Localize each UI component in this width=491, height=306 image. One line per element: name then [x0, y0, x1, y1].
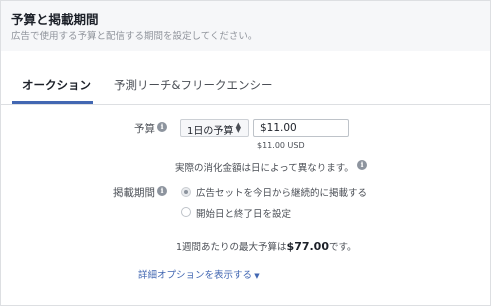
info-icon[interactable]: i: [157, 122, 167, 132]
radio-continuous-label[interactable]: 広告セットを今日から継続的に掲載する: [196, 185, 367, 199]
budget-type-value: 1日の予算: [187, 126, 234, 137]
weekly-prefix: 1週間あたりの最大予算は: [176, 242, 287, 253]
tab-reach-frequency[interactable]: 予測リーチ&フリークエンシー: [114, 77, 272, 93]
budget-label: 予算: [134, 123, 155, 135]
bidding-tabs: オークション 予測リーチ&フリークエンシー: [1, 67, 490, 105]
radio-start-end[interactable]: [181, 207, 191, 217]
spend-notice: 実際の消化金額は日によって異なります。: [175, 163, 354, 174]
weekly-suffix: です。: [329, 242, 357, 253]
caret-down-icon: ▼: [252, 272, 260, 280]
tab-auction[interactable]: オークション: [22, 77, 91, 93]
show-advanced-options-link[interactable]: 詳細オプションを表示する ▼: [138, 267, 260, 281]
info-icon[interactable]: i: [157, 186, 167, 196]
panel-header: 予算と掲載期間 広告で使用する予算と配信する期間を設定してください。: [1, 1, 490, 51]
schedule-label: 掲載期間: [113, 187, 155, 199]
budget-usd-note: $11.00 USD: [257, 141, 305, 150]
active-tab-indicator: [12, 101, 93, 104]
budget-type-select[interactable]: 1日の予算 ▲ ▼: [180, 119, 249, 137]
info-icon[interactable]: i: [357, 160, 367, 170]
radio-continuous[interactable]: [181, 187, 191, 197]
weekly-amount: $77.00: [286, 240, 329, 253]
advanced-options-label: 詳細オプションを表示する: [138, 270, 253, 281]
panel-title: 予算と掲載期間: [11, 12, 99, 27]
weekly-max-budget: 1週間あたりの最大予算は$77.00です。: [176, 239, 357, 253]
sort-arrows-icon: ▲ ▼: [235, 121, 241, 134]
panel-subtitle: 広告で使用する予算と配信する期間を設定してください。: [11, 31, 258, 42]
budget-schedule-panel: 予算と掲載期間 広告で使用する予算と配信する期間を設定してください。 オークショ…: [0, 0, 491, 306]
radio-start-end-label[interactable]: 開始日と終了日を設定: [196, 206, 291, 220]
budget-amount-input[interactable]: $11.00: [253, 119, 349, 137]
